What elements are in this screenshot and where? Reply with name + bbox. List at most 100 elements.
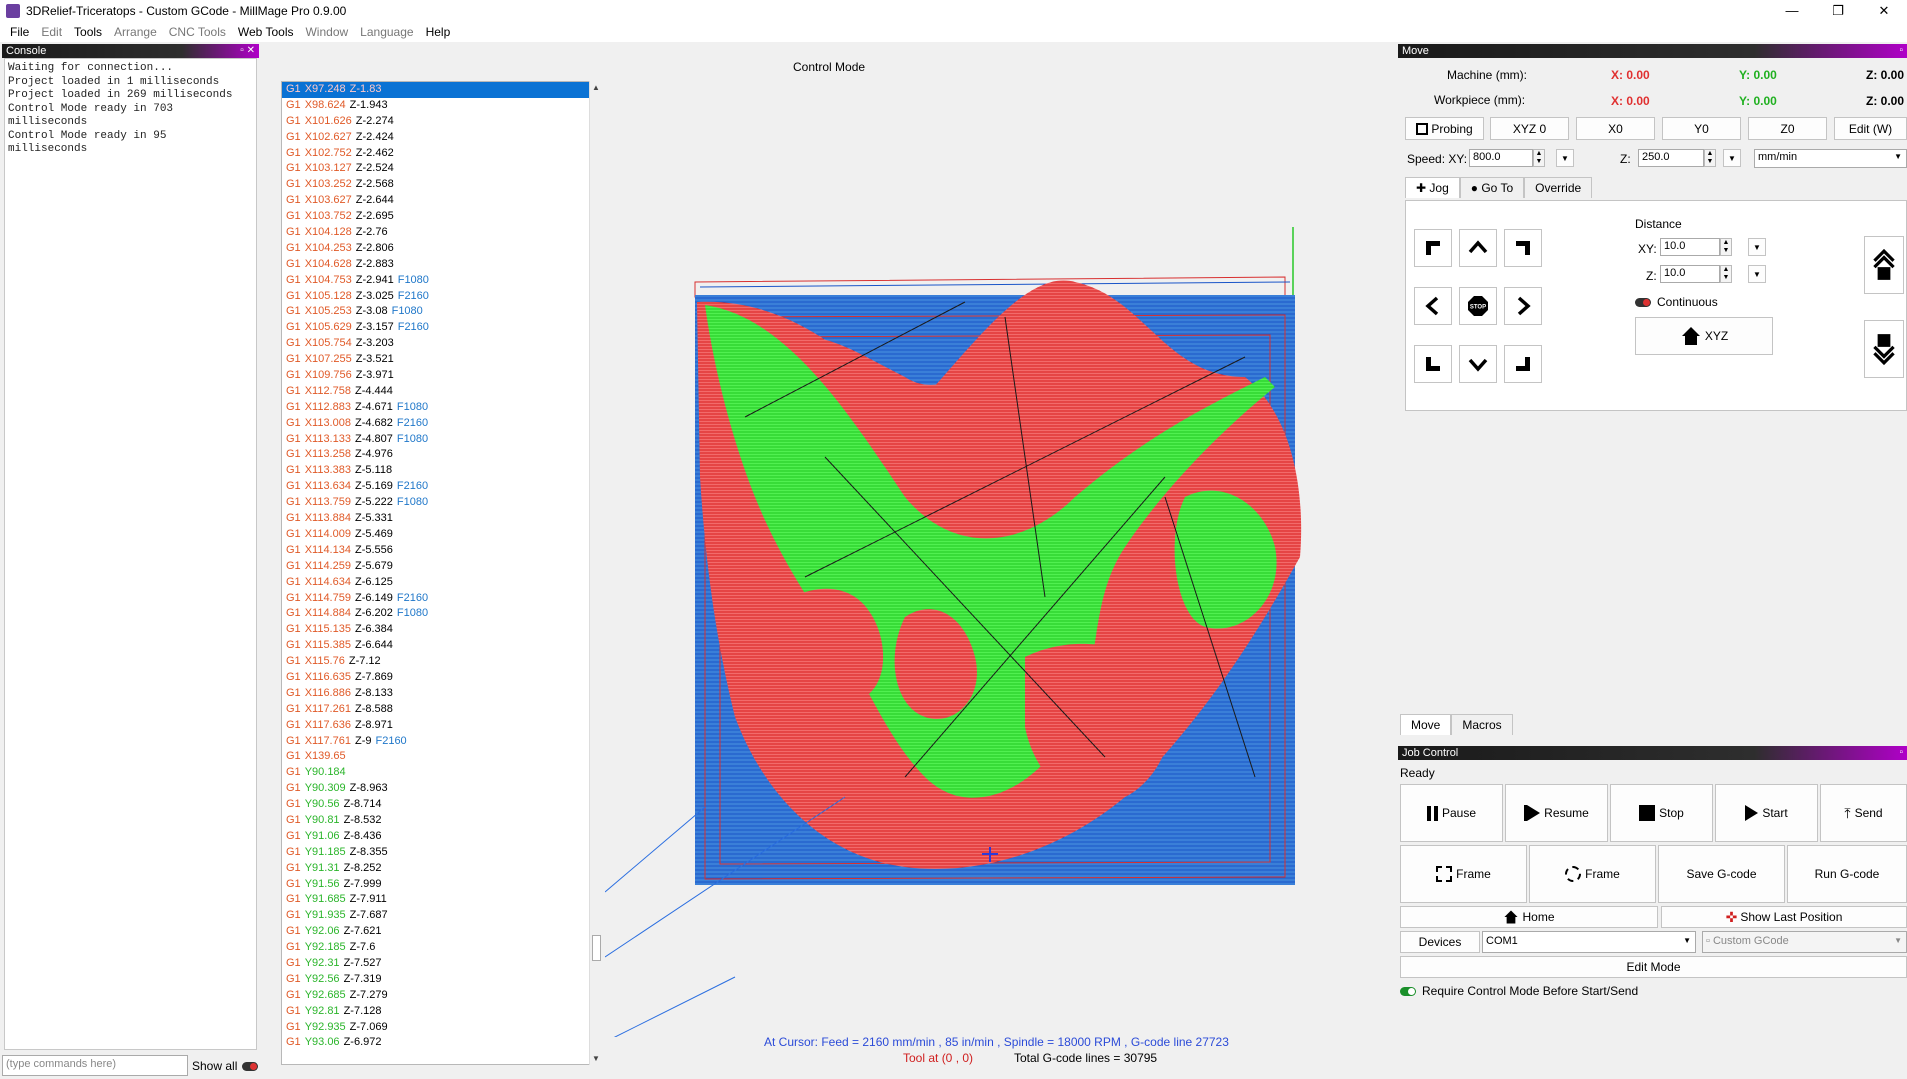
gcode-line[interactable]: G1 X113.634 Z-5.169 F2160 <box>282 479 592 495</box>
scroll-up-icon[interactable]: ▲ <box>592 83 600 92</box>
gcode-line[interactable]: G1 X109.756 Z-3.971 <box>282 368 592 384</box>
jog-left-button[interactable] <box>1414 287 1452 325</box>
menu-file[interactable]: File <box>4 25 35 39</box>
jog-down-right-button[interactable] <box>1504 345 1542 383</box>
jog-up-left-button[interactable] <box>1414 229 1452 267</box>
gcode-line[interactable]: G1 X113.133 Z-4.807 F1080 <box>282 432 592 448</box>
jog-stop-button[interactable]: STOP <box>1459 287 1497 325</box>
menu-arrange[interactable]: Arrange <box>108 25 163 39</box>
toggle-switch-icon[interactable] <box>242 1061 259 1071</box>
gcode-line[interactable]: G1 X117.636 Z-8.971 <box>282 718 592 734</box>
panel-float-icon[interactable]: ▫ <box>1899 44 1903 58</box>
gcode-line[interactable]: G1 X105.253 Z-3.08 F1080 <box>282 304 592 320</box>
speed-xy-input[interactable]: 800.0 <box>1469 149 1533 167</box>
pause-button[interactable]: Pause <box>1400 784 1503 842</box>
gcode-line[interactable]: G1 X104.128 Z-2.76 <box>282 225 592 241</box>
gcode-line[interactable]: G1 Y91.685 Z-7.911 <box>282 892 592 908</box>
toolpath-viewport[interactable] <box>605 77 1400 1037</box>
scroll-down-icon[interactable]: ▼ <box>592 1054 600 1063</box>
menu-web-tools[interactable]: Web Tools <box>232 25 300 39</box>
gcode-line[interactable]: G1 X112.758 Z-4.444 <box>282 384 592 400</box>
gcode-line[interactable]: G1 Y91.935 Z-7.687 <box>282 908 592 924</box>
gcode-line[interactable]: G1 X117.261 Z-8.588 <box>282 702 592 718</box>
z0-button[interactable]: Z0 <box>1748 117 1827 140</box>
profile-select[interactable]: ▫ Custom GCode ▼ <box>1702 931 1907 953</box>
gcode-line[interactable]: G1 X105.629 Z-3.157 F2160 <box>282 320 592 336</box>
scroll-thumb[interactable] <box>592 935 601 961</box>
tab-macros[interactable]: Macros <box>1451 714 1513 735</box>
gcode-line[interactable]: G1 X103.252 Z-2.568 <box>282 177 592 193</box>
home-button[interactable]: Home <box>1400 906 1658 928</box>
gcode-line[interactable]: G1 X114.634 Z-6.125 <box>282 575 592 591</box>
stop-button[interactable]: Stop <box>1610 784 1713 842</box>
gcode-line[interactable]: G1 X103.127 Z-2.524 <box>282 161 592 177</box>
gcode-line[interactable]: G1 Y91.31 Z-8.252 <box>282 861 592 877</box>
save-gcode-button[interactable]: Save G-code <box>1658 845 1785 903</box>
gcode-line[interactable]: G1 X116.635 Z-7.869 <box>282 670 592 686</box>
xy-distance-dropdown[interactable]: ▼ <box>1748 238 1766 256</box>
speed-xy-spinner[interactable]: ▲ ▼ <box>1533 149 1545 167</box>
gcode-line[interactable]: G1 X113.008 Z-4.682 F2160 <box>282 416 592 432</box>
gcode-line[interactable]: G1 X114.884 Z-6.202 F1080 <box>282 606 592 622</box>
gcode-line[interactable]: G1 X104.253 Z-2.806 <box>282 241 592 257</box>
gcode-line[interactable]: G1 X114.134 Z-5.556 <box>282 543 592 559</box>
home-xyz-button[interactable]: XYZ <box>1635 317 1773 355</box>
gcode-line[interactable]: G1 X113.884 Z-5.331 <box>282 511 592 527</box>
gcode-line[interactable]: G1 X114.759 Z-6.149 F2160 <box>282 591 592 607</box>
gcode-line[interactable]: G1 Y90.81 Z-8.532 <box>282 813 592 829</box>
menu-help[interactable]: Help <box>420 25 457 39</box>
menu-cnc-tools[interactable]: CNC Tools <box>163 25 232 39</box>
command-input[interactable]: (type commands here) <box>2 1055 188 1076</box>
gcode-line[interactable]: G1 Y92.81 Z-7.128 <box>282 1004 592 1020</box>
gcode-line[interactable]: G1 Y92.56 Z-7.319 <box>282 972 592 988</box>
gcode-line[interactable]: G1 X113.383 Z-5.118 <box>282 463 592 479</box>
gcode-line[interactable]: G1 X116.886 Z-8.133 <box>282 686 592 702</box>
frame-square-button[interactable]: Frame <box>1400 845 1527 903</box>
z-down-button[interactable] <box>1864 320 1904 378</box>
toggle-switch-icon[interactable] <box>1635 297 1651 307</box>
gcode-line[interactable]: G1 Y90.184 <box>282 765 592 781</box>
gcode-line[interactable]: G1 X114.259 Z-5.679 <box>282 559 592 575</box>
gcode-line[interactable]: G1 X103.752 Z-2.695 <box>282 209 592 225</box>
gcode-line[interactable]: G1 X97.248 Z-1.83 <box>282 82 592 98</box>
gcode-line[interactable]: G1 X114.009 Z-5.469 <box>282 527 592 543</box>
port-select[interactable]: COM1 ▼ <box>1482 931 1696 953</box>
gcode-scrollbar[interactable]: ▲ ▼ <box>589 81 602 1065</box>
speed-z-dropdown[interactable]: ▼ <box>1723 149 1741 167</box>
menu-language[interactable]: Language <box>354 25 419 39</box>
gcode-line[interactable]: G1 X104.753 Z-2.941 F1080 <box>282 273 592 289</box>
jog-up-button[interactable] <box>1459 229 1497 267</box>
gcode-line[interactable]: G1 X102.752 Z-2.462 <box>282 146 592 162</box>
devices-button[interactable]: Devices <box>1400 931 1480 953</box>
send-button[interactable]: ⤒ Send <box>1820 784 1907 842</box>
xyz0-button[interactable]: XYZ 0 <box>1490 117 1569 140</box>
edit-mode-button[interactable]: Edit Mode <box>1400 956 1907 978</box>
gcode-line[interactable]: G1 X98.624 Z-1.943 <box>282 98 592 114</box>
gcode-line[interactable]: G1 X139.65 <box>282 749 592 765</box>
gcode-line[interactable]: G1 X115.135 Z-6.384 <box>282 622 592 638</box>
x0-button[interactable]: X0 <box>1576 117 1655 140</box>
gcode-line[interactable]: G1 Y91.56 Z-7.999 <box>282 877 592 893</box>
gcode-line[interactable]: G1 X115.76 Z-7.12 <box>282 654 592 670</box>
show-all-toggle[interactable]: Show all <box>192 1059 259 1073</box>
xy-distance-input[interactable]: 10.0 <box>1660 238 1720 256</box>
speed-z-input[interactable]: 250.0 <box>1638 149 1704 167</box>
minimize-icon[interactable]: — <box>1769 0 1815 22</box>
show-last-position-button[interactable]: ✜ Show Last Position <box>1661 906 1907 928</box>
gcode-line[interactable]: G1 X117.761 Z-9 F2160 <box>282 734 592 750</box>
gcode-list[interactable]: G1 X97.248 Z-1.83 G1 X98.624 Z-1.943 G1 X101.62… <box>281 81 593 1065</box>
menu-tools[interactable]: Tools <box>68 25 108 39</box>
gcode-line[interactable]: G1 X103.627 Z-2.644 <box>282 193 592 209</box>
gcode-line[interactable]: G1 X104.628 Z-2.883 <box>282 257 592 273</box>
tab-move[interactable]: Move <box>1400 714 1452 735</box>
gcode-line[interactable]: G1 X115.385 Z-6.644 <box>282 638 592 654</box>
gcode-line[interactable]: G1 X105.754 Z-3.203 <box>282 336 592 352</box>
tab-jog[interactable]: ✚ Jog <box>1405 177 1460 198</box>
require-control-mode-toggle[interactable]: Require Control Mode Before Start/Send <box>1400 984 1638 998</box>
jog-right-button[interactable] <box>1504 287 1542 325</box>
frame-circle-button[interactable]: Frame <box>1529 845 1656 903</box>
gcode-line[interactable]: G1 Y93.06 Z-6.972 <box>282 1035 592 1051</box>
gcode-line[interactable]: G1 X101.626 Z-2.274 <box>282 114 592 130</box>
z-distance-input[interactable]: 10.0 <box>1660 265 1720 283</box>
gcode-line[interactable]: G1 X113.258 Z-4.976 <box>282 447 592 463</box>
